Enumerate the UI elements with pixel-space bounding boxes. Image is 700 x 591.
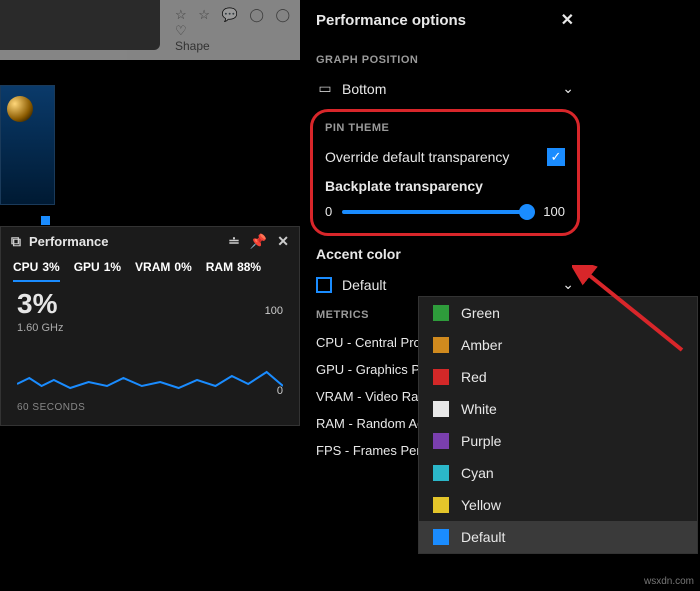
graph-position-row[interactable]: ▭ Bottom ⌄	[316, 74, 574, 103]
graph-position-value: Bottom	[342, 81, 386, 97]
accent-color-row[interactable]: Default ⌄	[316, 270, 574, 299]
accent-option-white[interactable]: White	[419, 393, 697, 425]
accent-option-default[interactable]: Default	[419, 521, 697, 553]
swatch-yellow	[433, 497, 449, 513]
override-transparency-label: Override default transparency	[325, 149, 509, 165]
backplate-transparency-label: Backplate transparency	[325, 178, 483, 194]
chevron-down-icon: ⌄	[562, 276, 574, 293]
performance-title: Performance	[29, 234, 108, 249]
override-transparency-row[interactable]: Override default transparency ✓	[325, 142, 565, 172]
thumbnail-orb	[7, 96, 33, 122]
accent-option-red[interactable]: Red	[419, 361, 697, 393]
section-graph-position: GRAPH POSITION	[316, 54, 574, 66]
slider-max: 100	[543, 204, 565, 219]
accent-option-yellow[interactable]: Yellow	[419, 489, 697, 521]
performance-widget: ⧉ Performance ≐ 📌 ✕ CPU3% GPU1% VRAM0% R…	[0, 226, 300, 426]
swatch-red	[433, 369, 449, 385]
performance-tabs: CPU3% GPU1% VRAM0% RAM88%	[1, 256, 299, 282]
slider-min: 0	[325, 204, 332, 219]
accent-option-amber[interactable]: Amber	[419, 329, 697, 361]
accent-color-value: Default	[342, 277, 386, 293]
close-icon[interactable]: ✕	[277, 233, 289, 250]
chevron-down-icon: ⌄	[562, 80, 574, 97]
slider-thumb[interactable]	[519, 204, 535, 220]
accent-option-cyan[interactable]: Cyan	[419, 457, 697, 489]
tab-ram[interactable]: RAM88%	[206, 260, 261, 282]
background-thumbnail: 100	[0, 85, 55, 205]
performance-icon: ⧉	[11, 233, 21, 250]
shapes-label: Shape	[175, 39, 300, 53]
performance-chart	[17, 342, 283, 392]
watermark: wsxdn.com	[644, 576, 694, 587]
pin-theme-highlight: PIN THEME Override default transparency …	[310, 109, 580, 236]
options-close-icon[interactable]: ✕	[561, 10, 574, 30]
background-overlay	[0, 0, 160, 50]
performance-big-value: 3%	[17, 288, 283, 320]
override-transparency-checkbox[interactable]: ✓	[547, 148, 565, 166]
swatch-green	[433, 305, 449, 321]
accent-option-purple[interactable]: Purple	[419, 425, 697, 457]
accent-option-green[interactable]: Green	[419, 297, 697, 329]
chart-ymin: 0	[277, 385, 283, 397]
performance-sub-value: 1.60 GHz	[17, 322, 283, 334]
options-title: Performance options	[316, 12, 466, 29]
section-accent-color: Accent color	[316, 246, 574, 262]
tab-vram[interactable]: VRAM0%	[135, 260, 192, 282]
accent-color-dropdown[interactable]: Green Amber Red White Purple Cyan Yellow…	[418, 296, 698, 554]
position-icon: ▭	[316, 80, 334, 97]
background-toolbar-inner: ☆ ☆ 💬 ◯ ◯ ♡ Shape	[175, 7, 300, 53]
performance-footer: 60 SECONDS	[1, 398, 299, 417]
tab-cpu[interactable]: CPU3%	[13, 260, 60, 282]
swatch-purple	[433, 433, 449, 449]
swatch-cyan	[433, 465, 449, 481]
thumbnail-check	[41, 216, 50, 225]
filter-icon[interactable]: ≐	[228, 233, 240, 250]
pin-icon[interactable]: 📌	[250, 233, 267, 250]
chart-ymax: 100	[265, 305, 283, 317]
section-pin-theme: PIN THEME	[325, 122, 565, 134]
backplate-transparency-slider[interactable]	[342, 210, 533, 214]
tab-gpu[interactable]: GPU1%	[74, 260, 121, 282]
performance-titlebar[interactable]: ⧉ Performance ≐ 📌 ✕	[1, 227, 299, 256]
swatch-amber	[433, 337, 449, 353]
swatch-white	[433, 401, 449, 417]
swatch-default	[433, 529, 449, 545]
accent-swatch	[316, 277, 332, 293]
rating-icons: ☆ ☆ 💬 ◯ ◯ ♡	[175, 7, 300, 39]
